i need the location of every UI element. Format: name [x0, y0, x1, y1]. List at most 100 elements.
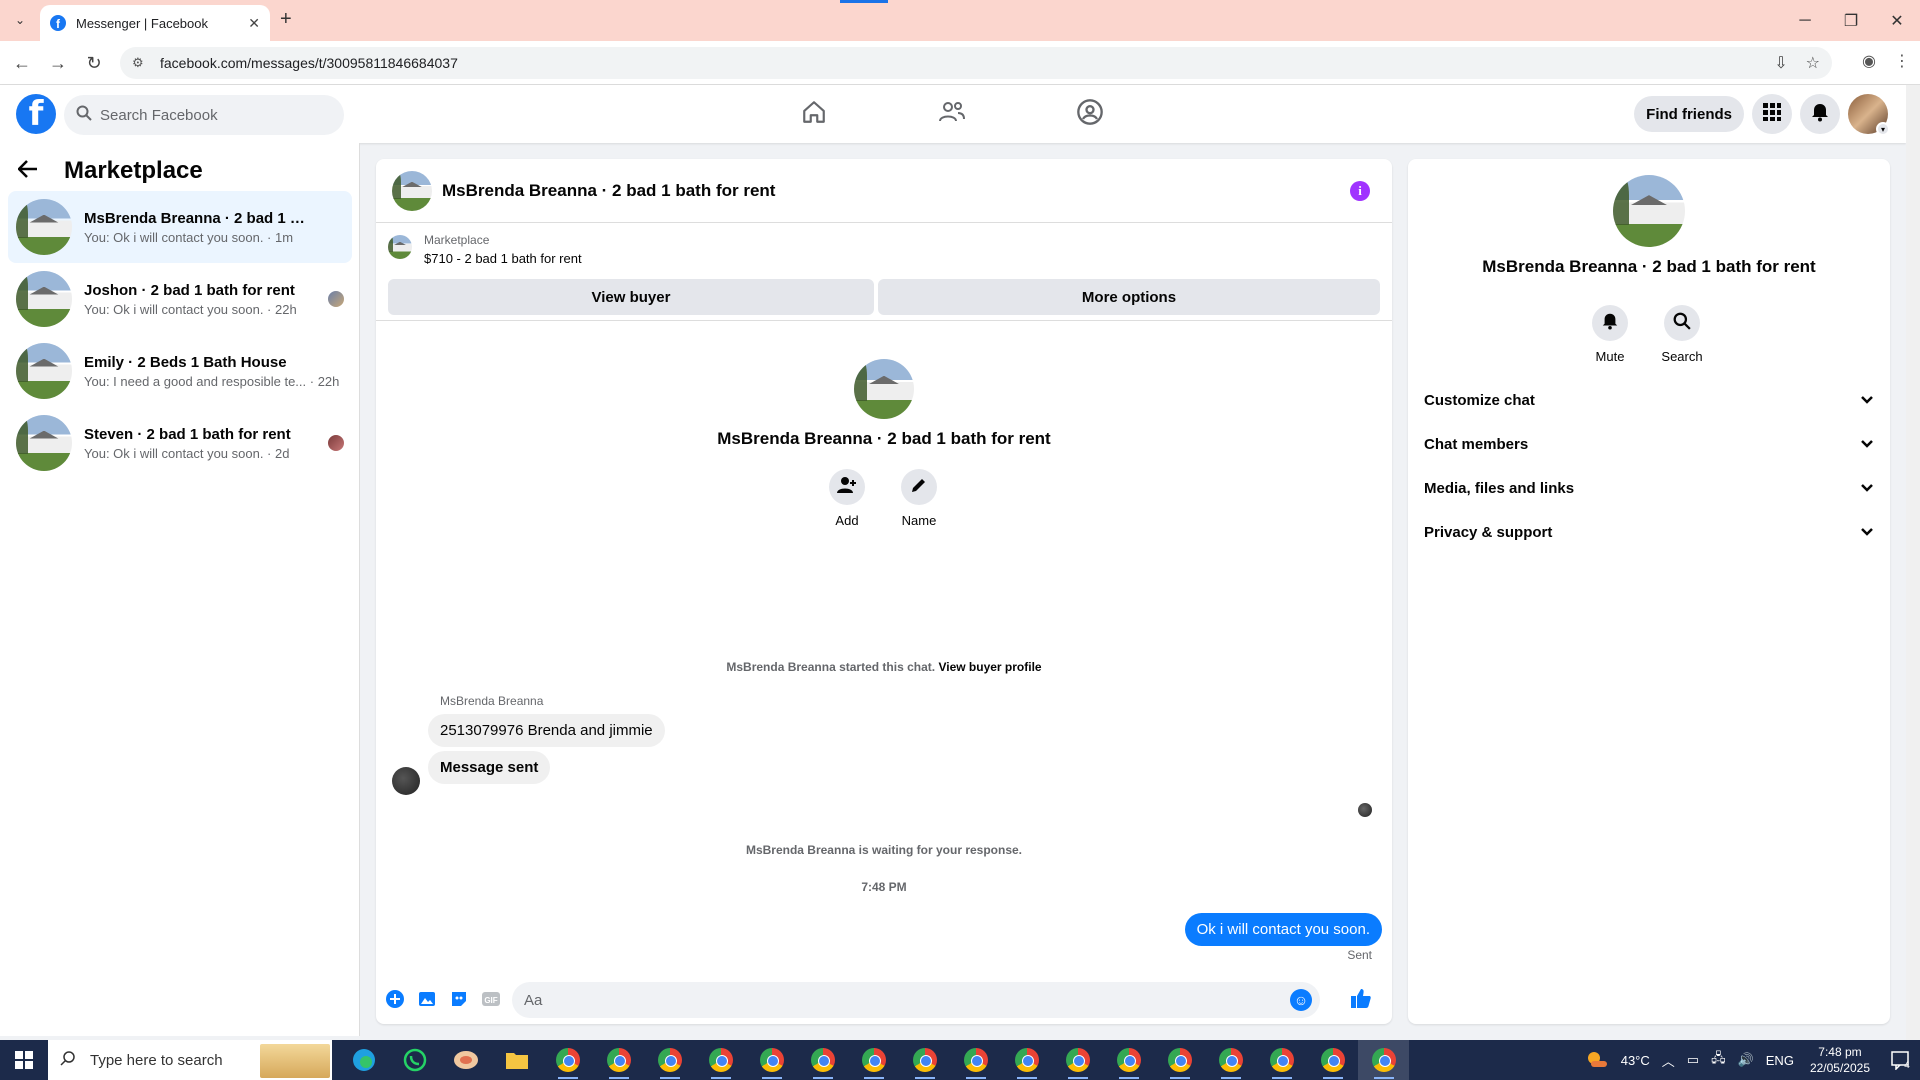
- taskbar-search[interactable]: Type here to search: [48, 1040, 332, 1080]
- notifications-button[interactable]: [1800, 94, 1840, 134]
- search-conversation-button[interactable]: Search: [1661, 305, 1703, 364]
- chat-panel: MsBrenda Breanna · 2 bad 1 bath for rent…: [376, 159, 1392, 1024]
- chrome-icon[interactable]: [542, 1040, 593, 1080]
- tab-search-dropdown-icon[interactable]: ⌄: [8, 8, 32, 32]
- omnibox[interactable]: ⚙ facebook.com/messages/t/30095811846684…: [120, 47, 1832, 79]
- weather-icon[interactable]: [1585, 1049, 1609, 1072]
- taskbar-clock[interactable]: 7:48 pm 22/05/2025: [1810, 1044, 1870, 1076]
- bookmark-star-icon[interactable]: ☆: [1806, 53, 1820, 73]
- weather-temperature[interactable]: 43°C: [1621, 1053, 1650, 1068]
- back-icon[interactable]: ←: [10, 51, 34, 75]
- message-input-box[interactable]: ☺: [512, 982, 1320, 1018]
- emoji-icon[interactable]: ☺: [1290, 989, 1312, 1011]
- facebook-header: f Find friends ▾: [0, 85, 1906, 143]
- view-buyer-profile-link[interactable]: View buyer profile: [938, 660, 1041, 674]
- chrome-icon[interactable]: [593, 1040, 644, 1080]
- network-icon[interactable]: 🖧: [1711, 1049, 1726, 1071]
- close-window-icon[interactable]: ✕: [1874, 0, 1920, 41]
- nav-friends[interactable]: [896, 85, 1008, 143]
- chrome-icon[interactable]: [746, 1040, 797, 1080]
- chrome-icon[interactable]: [1052, 1040, 1103, 1080]
- account-avatar[interactable]: ▾: [1848, 94, 1890, 136]
- site-info-icon[interactable]: ⚙: [132, 55, 152, 71]
- page-scrollbar[interactable]: [1906, 85, 1920, 1040]
- nav-home[interactable]: [758, 85, 870, 143]
- chevron-up-icon[interactable]: ︿: [1662, 1051, 1675, 1070]
- chat-avatar[interactable]: [392, 170, 432, 211]
- message-input[interactable]: [524, 991, 1264, 1009]
- chat-title[interactable]: MsBrenda Breanna · 2 bad 1 bath for rent: [442, 181, 775, 201]
- restore-icon[interactable]: ❐: [1828, 0, 1874, 41]
- chrome-icon[interactable]: [950, 1040, 1001, 1080]
- facebook-logo[interactable]: f: [16, 94, 56, 134]
- gif-icon[interactable]: GIF: [480, 988, 502, 1010]
- more-options-button[interactable]: More options: [878, 279, 1380, 315]
- chrome-icon[interactable]: [1307, 1040, 1358, 1080]
- meet-now-icon[interactable]: ▭: [1687, 1052, 1699, 1068]
- incoming-message[interactable]: 2513079976 Brenda and jimmie: [428, 714, 665, 747]
- sticker-icon[interactable]: [448, 988, 470, 1010]
- notification-center-icon[interactable]: 4: [1880, 1040, 1920, 1080]
- forward-icon[interactable]: →: [46, 51, 70, 75]
- info-icon[interactable]: i: [1350, 181, 1370, 201]
- chrome-icon[interactable]: [1205, 1040, 1256, 1080]
- back-arrow-icon[interactable]: [17, 158, 48, 184]
- chrome-icon[interactable]: [797, 1040, 848, 1080]
- conversation-item[interactable]: Steven · 2 bad 1 bath for rent You: Ok i…: [8, 407, 352, 479]
- sender-avatar[interactable]: [392, 767, 420, 795]
- browser-tab-messenger[interactable]: f Messenger | Facebook ✕: [40, 5, 270, 41]
- plus-circle-icon[interactable]: [384, 988, 406, 1010]
- outgoing-message[interactable]: Ok i will contact you soon.: [1184, 913, 1382, 946]
- seen-avatar: [328, 291, 344, 307]
- chrome-icon[interactable]: [1256, 1040, 1307, 1080]
- view-buyer-button[interactable]: View buyer: [388, 279, 874, 315]
- chat-members-section[interactable]: Chat members: [1424, 426, 1874, 462]
- incoming-message[interactable]: Message sent: [428, 751, 551, 784]
- windows-start-icon[interactable]: [0, 1040, 48, 1080]
- conversation-item[interactable]: MsBrenda Breanna · 2 bad 1 bath f... You…: [8, 191, 352, 263]
- conversation-item[interactable]: Emily · 2 Beds 1 Bath House You: I need …: [8, 335, 352, 407]
- media-files-links-section[interactable]: Media, files and links: [1424, 470, 1874, 506]
- volume-icon[interactable]: 🔊: [1738, 1052, 1754, 1068]
- conversation-item[interactable]: Joshon · 2 bad 1 bath for rent You: Ok i…: [8, 263, 352, 335]
- chrome-icon[interactable]: [1103, 1040, 1154, 1080]
- url-text[interactable]: facebook.com/messages/t/3009581184668403…: [160, 55, 458, 71]
- close-tab-icon[interactable]: ✕: [248, 15, 260, 32]
- add-button[interactable]: Add: [829, 469, 865, 528]
- language-indicator[interactable]: ENG: [1766, 1053, 1794, 1068]
- install-app-icon[interactable]: ⇩: [1774, 53, 1787, 73]
- chrome-icon[interactable]: [848, 1040, 899, 1080]
- whatsapp-icon[interactable]: [389, 1040, 440, 1080]
- thumbs-up-icon[interactable]: [1350, 987, 1372, 1009]
- name-button[interactable]: Name: [901, 469, 937, 528]
- chrome-icon[interactable]: [1154, 1040, 1205, 1080]
- file-explorer-icon[interactable]: [491, 1040, 542, 1080]
- mute-button[interactable]: Mute: [1592, 305, 1628, 364]
- new-tab-button[interactable]: +: [280, 8, 292, 31]
- reload-icon[interactable]: ↻: [82, 51, 106, 75]
- privacy-support-section[interactable]: Privacy & support: [1424, 514, 1874, 550]
- started-text: MsBrenda Breanna started this chat.: [726, 660, 936, 674]
- customize-chat-section[interactable]: Customize chat: [1424, 382, 1874, 418]
- find-friends-button[interactable]: Find friends: [1634, 96, 1744, 132]
- browser-menu-icon[interactable]: ⋮: [1894, 51, 1910, 71]
- facebook-search[interactable]: [64, 95, 344, 135]
- listing-thumbnail[interactable]: [388, 235, 412, 259]
- facebook-search-input[interactable]: [100, 106, 320, 124]
- chrome-icon[interactable]: [899, 1040, 950, 1080]
- chat-started-notice: MsBrenda Breanna started this chat. View…: [376, 660, 1392, 674]
- nav-groups[interactable]: [1034, 85, 1146, 143]
- home-icon: [801, 99, 827, 130]
- menu-grid-button[interactable]: [1752, 94, 1792, 134]
- chrome-icon[interactable]: [644, 1040, 695, 1080]
- profile-icon[interactable]: ◉: [1862, 51, 1876, 71]
- chrome-icon[interactable]: [1001, 1040, 1052, 1080]
- edge-icon[interactable]: [338, 1040, 389, 1080]
- photo-icon[interactable]: [416, 988, 438, 1010]
- app-icon[interactable]: [440, 1040, 491, 1080]
- chrome-icon-active[interactable]: [1358, 1040, 1409, 1080]
- chrome-icon[interactable]: [695, 1040, 746, 1080]
- minimize-icon[interactable]: ─: [1782, 0, 1828, 41]
- listing-price-title[interactable]: $710 - 2 bad 1 bath for rent: [424, 251, 582, 266]
- intro-name: MsBrenda Breanna · 2 bad 1 bath for rent: [717, 429, 1051, 448]
